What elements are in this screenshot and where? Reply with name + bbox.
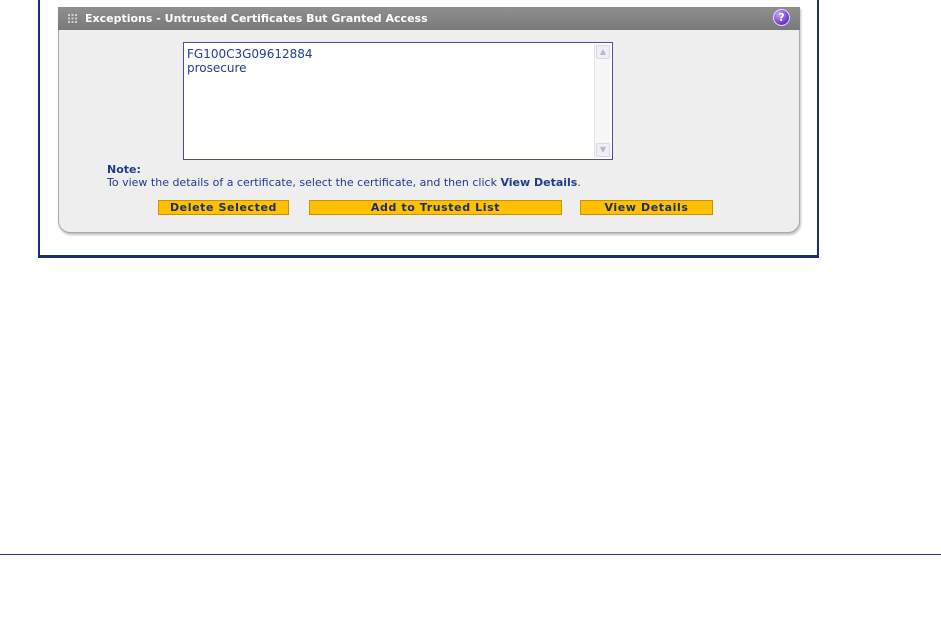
exceptions-panel: Exceptions - Untrusted Certificates But …	[58, 7, 800, 233]
panel-header: Exceptions - Untrusted Certificates But …	[58, 7, 800, 30]
delete-selected-button[interactable]: Delete Selected	[158, 200, 289, 215]
page-divider	[0, 554, 941, 555]
chevron-up-icon[interactable]: ▲	[596, 45, 610, 59]
add-to-trusted-list-button[interactable]: Add to Trusted List	[309, 200, 562, 215]
grip-icon	[68, 14, 77, 23]
panel-title: Exceptions - Untrusted Certificates But …	[85, 12, 428, 25]
list-item-certificate-1[interactable]: prosecure	[187, 61, 612, 75]
list-item-certificate-0[interactable]: FG100C3G09612884	[187, 47, 612, 61]
note-text-bold: View Details	[500, 176, 578, 189]
help-icon[interactable]: ?	[773, 9, 790, 26]
main-frame: Exceptions - Untrusted Certificates But …	[38, 0, 819, 258]
note-text: To view the details of a certificate, se…	[107, 176, 581, 189]
list-scrollbar[interactable]: ▲ ▼	[594, 44, 611, 158]
note-text-before: To view the details of a certificate, se…	[107, 176, 501, 189]
view-details-button[interactable]: View Details	[580, 200, 713, 215]
note: Note: To view the details of a certifica…	[107, 163, 581, 189]
certificate-list[interactable]: FG100C3G09612884 prosecure ▲ ▼	[183, 42, 613, 160]
chevron-down-icon[interactable]: ▼	[596, 143, 610, 157]
note-text-after: .	[577, 176, 581, 189]
note-title: Note:	[107, 163, 141, 176]
